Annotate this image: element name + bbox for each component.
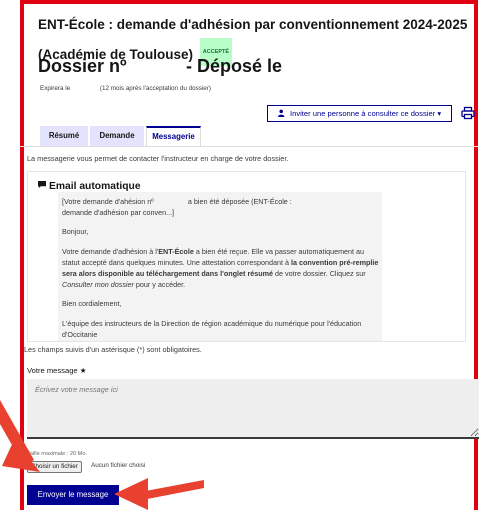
dossier-number-heading: Dossier nº xyxy=(38,56,127,76)
tab-divider xyxy=(20,146,478,147)
right-arrow-annotation xyxy=(114,478,204,510)
body-text-1: Votre demande d'adhésion à l' xyxy=(62,246,159,256)
message-closing: Bien cordialement, xyxy=(62,299,122,309)
message-subject: [Votre demande d'ahésion nº a bien été d… xyxy=(62,196,382,218)
printer-icon xyxy=(461,106,475,120)
message-sender: Email automatique xyxy=(38,181,141,192)
sender-name: Email automatique xyxy=(49,181,141,192)
deposit-date-heading: - Déposé le xyxy=(186,56,283,76)
messagerie-intro: La messagerie vous permet de contacter l… xyxy=(27,154,289,163)
subject-part-3: demande d'adhésion par conven...] xyxy=(62,208,175,218)
send-message-button[interactable]: Envoyer le message xyxy=(27,485,119,505)
print-button[interactable] xyxy=(461,106,475,121)
message-input[interactable] xyxy=(27,379,479,439)
message-thread[interactable]: Email automatique [Votre demande d'ahési… xyxy=(27,171,466,342)
message-label-text: Votre message xyxy=(27,366,78,375)
message-icon xyxy=(38,181,46,188)
expire-note: (12 mois après l'acceptation du dossier) xyxy=(99,85,211,92)
tab-resume[interactable]: Résumé xyxy=(40,126,88,146)
required-star: ★ xyxy=(79,366,87,375)
subject-part-2: a bien été déposée (ENT-École : xyxy=(187,197,292,206)
message-field-label: Votre message ★ xyxy=(27,366,87,375)
body-text-3: de votre dossier. Cliquez sur xyxy=(273,269,366,279)
message-greeting: Bonjour, xyxy=(62,227,89,237)
invite-label: Inviter une personne à consulter ce doss… xyxy=(289,109,436,118)
subject-part-1: [Votre demande d'ahésion nº xyxy=(62,197,154,206)
expire-label: Expirera le xyxy=(40,85,71,92)
tab-messagerie[interactable]: Messagerie xyxy=(146,126,201,146)
body-text-4: pour y accéder. xyxy=(133,280,186,290)
expiration-info: Expirera le (12 mois après l'acceptation… xyxy=(40,85,211,92)
left-arrow-annotation xyxy=(0,400,40,472)
message-paragraph: Votre demande d'adhésion à l'ENT-École a… xyxy=(62,246,382,291)
chevron-down-icon: ▾ xyxy=(437,109,442,118)
invite-button[interactable]: Inviter une personne à consulter ce doss… xyxy=(267,105,452,122)
no-file-label: Aucun fichier choisi xyxy=(91,462,146,469)
tab-demande[interactable]: Demande xyxy=(90,126,144,146)
message-signature: L'équipe des instructeurs de la Directio… xyxy=(62,318,362,339)
person-add-icon xyxy=(277,109,285,117)
required-fields-note: Les champs suivis d'un astérisque (*) so… xyxy=(24,345,202,354)
body-italic: Consulter mon dossier xyxy=(62,280,134,290)
body-bold-1: ENT-École xyxy=(158,246,194,256)
message-body: [Votre demande d'ahésion nº a bien été d… xyxy=(62,196,382,341)
